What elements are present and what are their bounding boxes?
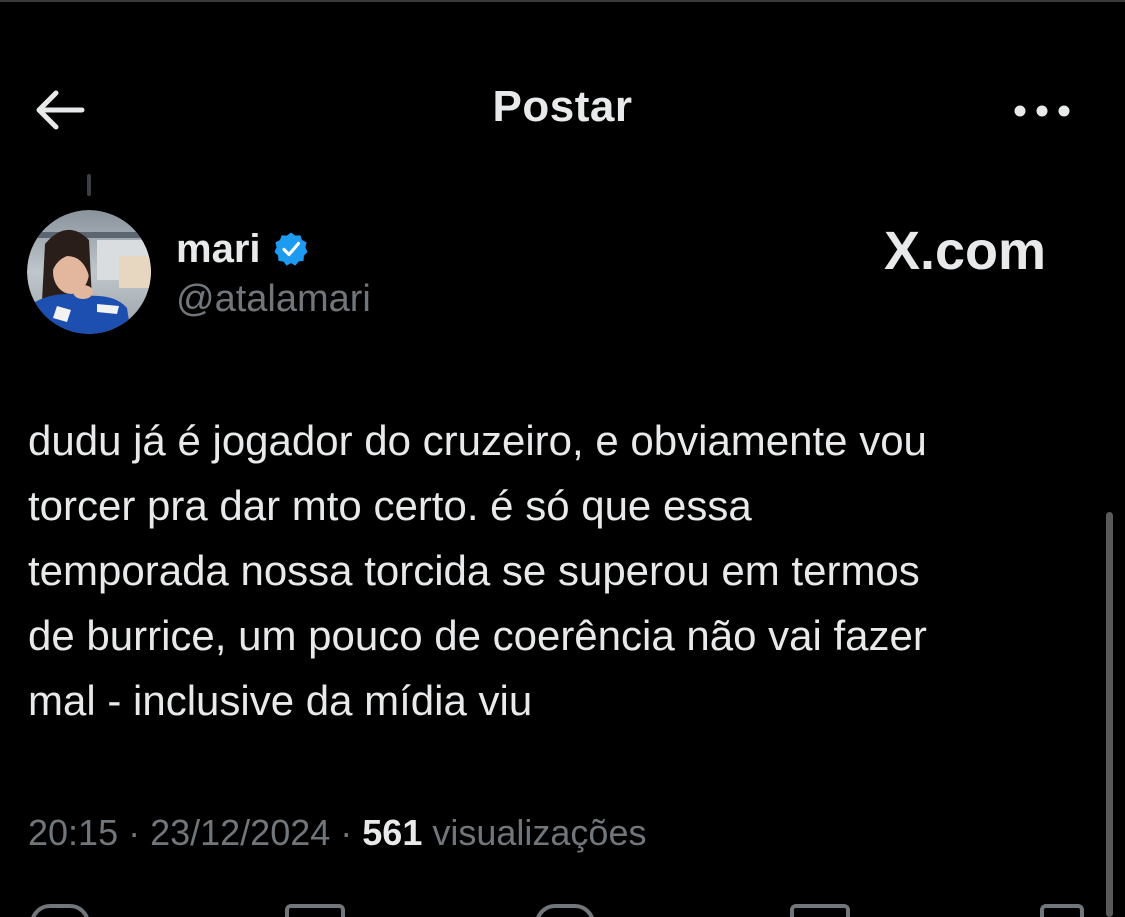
verified-badge-icon (274, 232, 307, 266)
x-com-watermark: X.com (884, 220, 1046, 282)
tweet-time[interactable]: 20:15 (28, 812, 118, 853)
more-options-button[interactable] (1004, 88, 1080, 134)
bookmark-icon[interactable] (790, 904, 850, 917)
like-icon[interactable] (535, 904, 595, 917)
meta-separator-1: · (118, 812, 151, 853)
action-bar (0, 900, 1125, 917)
x-logo-icon: X.com (884, 221, 1047, 281)
header-bar: Postar (0, 60, 1125, 160)
display-name[interactable]: mari (176, 227, 261, 272)
tweet-metadata: 20:15 · 23/12/2024 · 561 visualizações (28, 812, 646, 854)
repost-icon[interactable] (285, 904, 345, 917)
views-label: visualizações (432, 812, 647, 853)
more-horizontal-icon (1014, 105, 1070, 117)
scrollbar[interactable] (1106, 512, 1113, 917)
thread-connector-line (87, 174, 91, 196)
author-handle[interactable]: @atalamari (176, 278, 371, 321)
page-title: Postar (492, 82, 633, 131)
reply-icon[interactable] (30, 904, 90, 917)
views-count: 561 (362, 812, 423, 853)
tweet-text: dudu já é jogador do cruzeiro, e obviame… (28, 417, 927, 724)
share-icon[interactable] (1040, 904, 1084, 917)
tweet-date[interactable]: 23/12/2024 (150, 812, 330, 853)
author-name-row[interactable]: mari (176, 224, 309, 274)
meta-separator-2: · (330, 812, 363, 853)
top-border (0, 0, 1125, 2)
avatar[interactable] (27, 210, 151, 334)
